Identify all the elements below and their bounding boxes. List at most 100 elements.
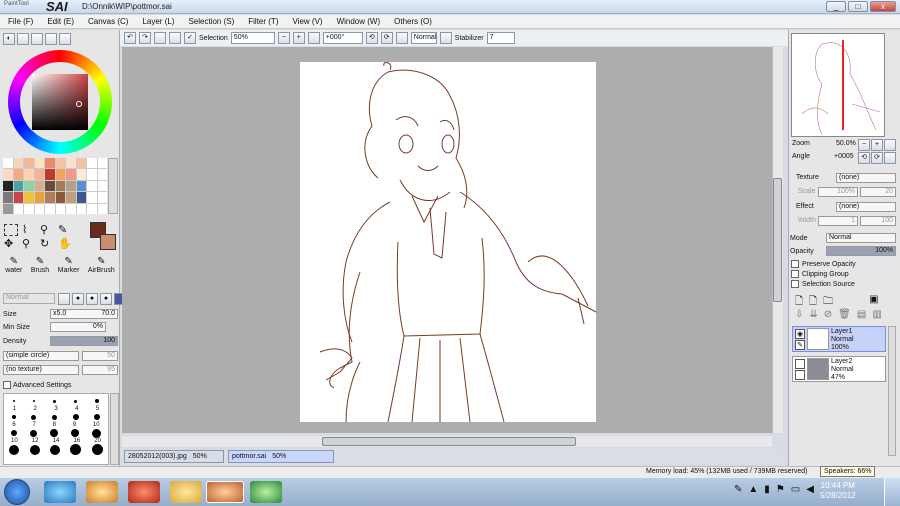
nav-rotate-left-icon[interactable]: ⟲ — [858, 152, 870, 164]
navigator-preview[interactable] — [791, 33, 885, 137]
menu-layer[interactable]: Layer (L) — [142, 17, 174, 26]
preset-dot[interactable] — [13, 400, 15, 402]
swatch-scrollbar[interactable] — [108, 158, 118, 214]
advanced-settings[interactable]: Advanced Settings — [3, 381, 71, 389]
invert-selection-button[interactable] — [169, 32, 181, 44]
menu-file[interactable]: File (F) — [8, 17, 33, 26]
advanced-settings-checkbox[interactable] — [3, 381, 11, 389]
merge-down-icon[interactable]: ⇊ — [809, 309, 817, 320]
delete-layer-icon[interactable]: 🗑 — [838, 309, 851, 320]
angle-field[interactable]: +000° — [322, 32, 363, 44]
shape-flat-button[interactable]: ● — [86, 293, 98, 305]
density-slider[interactable]: 100 — [50, 336, 118, 346]
eye-icon[interactable] — [795, 359, 805, 369]
book-app-icon[interactable] — [128, 481, 160, 503]
swatch-tab[interactable] — [45, 33, 57, 45]
rotate-icon[interactable]: ↻ — [40, 238, 56, 250]
selection-checkbox[interactable]: ✓ — [184, 32, 196, 44]
volume-icon[interactable]: ◀ — [806, 484, 814, 495]
selection-source-checkbox[interactable] — [791, 280, 799, 288]
preset-scrollbar[interactable] — [110, 393, 119, 465]
tray-arrow-icon[interactable]: ▲ — [748, 484, 758, 495]
menu-filter[interactable]: Filter (T) — [248, 17, 278, 26]
painttool-sai-taskbar-icon[interactable] — [206, 481, 244, 503]
close-button[interactable]: x — [870, 1, 896, 12]
zoom-icon[interactable]: ⚲ — [22, 238, 38, 250]
shape-sharp-button[interactable]: ● — [100, 293, 112, 305]
preset-dot[interactable] — [95, 399, 99, 403]
width-field[interactable]: 1 — [818, 216, 858, 226]
brush-shape-select[interactable]: (simple circle) — [3, 351, 79, 361]
preset-dot[interactable] — [33, 400, 35, 402]
selection-source-option[interactable]: Selection Source — [791, 280, 856, 288]
preset-dot[interactable] — [74, 399, 77, 403]
menu-others[interactable]: Others (O) — [394, 17, 432, 26]
brush-texture-select[interactable]: (no texture) — [3, 365, 79, 375]
move-icon[interactable]: ✥ — [4, 238, 20, 250]
preset-dot[interactable] — [53, 399, 56, 403]
document-tab-sai[interactable]: pottmor.sai 50% — [228, 450, 334, 463]
lasso-icon[interactable]: ⌇ — [22, 224, 38, 236]
pen-icon[interactable] — [795, 370, 805, 380]
ie-icon[interactable] — [44, 481, 76, 503]
zoom-field[interactable]: 50% — [230, 32, 275, 44]
clock[interactable]: 10:44 PM 5/28/2012 — [820, 481, 856, 501]
secondary-color-swatch[interactable] — [100, 234, 116, 250]
clear-layer-icon[interactable]: ⊘ — [824, 309, 832, 320]
deselect-button[interactable] — [154, 32, 166, 44]
hsv-slider-tab[interactable] — [31, 33, 43, 45]
rotate-reset-button[interactable] — [395, 32, 408, 44]
tool-brush[interactable]: ✎ Brush — [31, 256, 49, 284]
canvas-vertical-scroll-thumb[interactable] — [773, 178, 782, 302]
zoom-in-button[interactable]: + — [292, 32, 305, 44]
apply-mask-icon[interactable]: ▤ — [857, 309, 866, 320]
preserve-opacity-checkbox[interactable] — [791, 260, 799, 268]
color-wheel-tab[interactable]: ◐ — [3, 33, 15, 45]
rotate-left-icon[interactable]: ⟲ — [365, 32, 378, 44]
preserve-opacity-option[interactable]: Preserve Opacity — [791, 260, 856, 268]
nav-rotate-reset-button[interactable] — [884, 152, 896, 164]
layer-item-layer1[interactable]: ◉ ✎ Layer1 Normal 100% — [792, 326, 886, 352]
redo-button[interactable]: ↷ — [139, 32, 151, 44]
size-slider[interactable]: x5.0 70.0 — [50, 309, 118, 319]
rotate-right-icon[interactable]: ⟳ — [380, 32, 393, 44]
canvas-horizontal-scroll-thumb[interactable] — [322, 437, 576, 446]
opacity-slider[interactable]: 100% — [826, 246, 896, 256]
undo-button[interactable]: ↶ — [124, 32, 136, 44]
power-icon[interactable]: ▭ — [791, 484, 800, 495]
texture-select[interactable]: (none) — [836, 173, 896, 183]
clipping-group-option[interactable]: Clipping Group — [791, 270, 856, 278]
nav-zoom-out-button[interactable]: − — [858, 139, 870, 151]
minimize-button[interactable]: _ — [826, 1, 846, 12]
color-swatches[interactable] — [3, 158, 107, 214]
eye-icon[interactable]: ◉ — [795, 329, 805, 339]
brush-texture-value[interactable]: 95 — [82, 365, 118, 375]
hand-icon[interactable]: ✋ — [58, 238, 74, 250]
layer-mode-select[interactable]: Normal — [826, 233, 896, 243]
tool-mode-field[interactable]: Normal — [3, 293, 55, 304]
lock-layer-icon[interactable]: ▥ — [872, 309, 881, 320]
menu-canvas[interactable]: Canvas (C) — [88, 17, 128, 26]
effect-select[interactable]: (none) — [836, 202, 896, 212]
brush-size-presets[interactable]: 12345 6 7 8 9 10 10 12 14 16 20 — [3, 393, 109, 465]
pen-icon[interactable]: ✎ — [795, 340, 805, 350]
layer-item-layer2[interactable]: Layer2 Normal 47% — [792, 356, 886, 382]
nav-zoom-reset-button[interactable] — [884, 139, 896, 151]
scratchpad-tab[interactable] — [59, 33, 71, 45]
clipping-group-checkbox[interactable] — [791, 270, 799, 278]
shape-round-button[interactable]: ● — [72, 293, 84, 305]
canvas-paper[interactable] — [300, 62, 597, 423]
menu-window[interactable]: Window (W) — [337, 17, 381, 26]
rect-select-icon[interactable] — [4, 224, 18, 236]
layer-list-scrollbar[interactable] — [888, 326, 896, 456]
rgb-slider-tab[interactable] — [17, 33, 29, 45]
show-desktop-button[interactable] — [884, 478, 900, 506]
media-player-icon[interactable] — [86, 481, 118, 503]
document-tab-jpg[interactable]: 28052012(003).jpg 50% — [124, 450, 224, 463]
pen-tablet-icon[interactable]: ✎ — [734, 484, 742, 495]
start-button[interactable] — [4, 479, 30, 505]
brush-shape-value[interactable]: 50 — [82, 351, 118, 361]
eyedropper-icon[interactable]: ✎ — [58, 224, 74, 236]
stabilizer-field[interactable]: 7 — [486, 32, 515, 44]
width-number[interactable]: 100 — [860, 216, 896, 226]
